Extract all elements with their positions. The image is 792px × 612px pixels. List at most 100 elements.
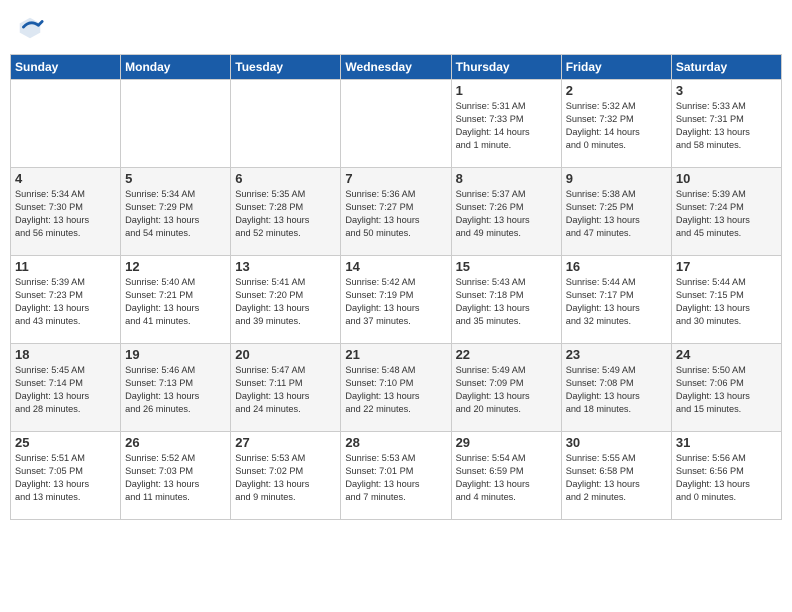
day-info: Sunrise: 5:37 AM Sunset: 7:26 PM Dayligh… [456,188,557,240]
weekday-header-tuesday: Tuesday [231,55,341,80]
day-info: Sunrise: 5:48 AM Sunset: 7:10 PM Dayligh… [345,364,446,416]
calendar-cell: 8Sunrise: 5:37 AM Sunset: 7:26 PM Daylig… [451,168,561,256]
calendar-cell: 20 Sunrise: 5:47 AM Sunset: 7:11 PM Dayli… [231,344,341,432]
day-info: Sunrise: 5:44 AM Sunset: 7:17 PM Dayligh… [566,276,667,328]
calendar-cell: 27 Sunrise: 5:53 AM Sunset: 7:02 PM Dayli… [231,432,341,520]
weekday-header-saturday: Saturday [671,55,781,80]
day-info: Sunrise: 5:32 AM Sunset: 7:32 PM Dayligh… [566,100,667,152]
day-info: Sunrise: 5:52 AM Sunset: 7:03 PM Dayligh… [125,452,226,504]
calendar-cell: 2 Sunrise: 5:32 AM Sunset: 7:32 PM Daylig… [561,80,671,168]
day-number: 3 [676,83,777,98]
calendar-cell: 13Sunrise: 5:41 AM Sunset: 7:20 PM Dayli… [231,256,341,344]
week-row-2: 4 Sunrise: 5:34 AM Sunset: 7:30 PM Daylig… [11,168,782,256]
day-info: Sunrise: 5:44 AM Sunset: 7:15 PM Dayligh… [676,276,777,328]
day-number: 29 [456,435,557,450]
calendar-cell: 17Sunrise: 5:44 AM Sunset: 7:15 PM Dayli… [671,256,781,344]
day-info: Sunrise: 5:34 AM Sunset: 7:30 PM Dayligh… [15,188,116,240]
day-info: Sunrise: 5:49 AM Sunset: 7:09 PM Dayligh… [456,364,557,416]
day-info: Sunrise: 5:55 AM Sunset: 6:58 PM Dayligh… [566,452,667,504]
day-number: 2 [566,83,667,98]
calendar-cell: 9 Sunrise: 5:38 AM Sunset: 7:25 PM Daylig… [561,168,671,256]
calendar-cell: 23 Sunrise: 5:49 AM Sunset: 7:08 PM Dayli… [561,344,671,432]
day-info: Sunrise: 5:34 AM Sunset: 7:29 PM Dayligh… [125,188,226,240]
day-info: Sunrise: 5:38 AM Sunset: 7:25 PM Dayligh… [566,188,667,240]
day-number: 11 [15,259,116,274]
day-info: Sunrise: 5:42 AM Sunset: 7:19 PM Dayligh… [345,276,446,328]
day-number: 14 [345,259,446,274]
calendar-cell: 5 Sunrise: 5:34 AM Sunset: 7:29 PM Daylig… [121,168,231,256]
day-number: 30 [566,435,667,450]
calendar-cell: 29 Sunrise: 5:54 AM Sunset: 6:59 PM Dayli… [451,432,561,520]
calendar-cell: 3 Sunrise: 5:33 AM Sunset: 7:31 PM Daylig… [671,80,781,168]
day-number: 23 [566,347,667,362]
day-info: Sunrise: 5:31 AM Sunset: 7:33 PM Dayligh… [456,100,557,152]
day-number: 27 [235,435,336,450]
day-number: 25 [15,435,116,450]
calendar-cell [341,80,451,168]
calendar-cell: 16 Sunrise: 5:44 AM Sunset: 7:17 PM Dayli… [561,256,671,344]
calendar-cell: 31 Sunrise: 5:56 AM Sunset: 6:56 PM Dayli… [671,432,781,520]
day-info: Sunrise: 5:53 AM Sunset: 7:01 PM Dayligh… [345,452,446,504]
day-info: Sunrise: 5:51 AM Sunset: 7:05 PM Dayligh… [15,452,116,504]
week-row-1: 1 Sunrise: 5:31 AM Sunset: 7:33 PM Daylig… [11,80,782,168]
day-number: 9 [566,171,667,186]
calendar-cell: 28Sunrise: 5:53 AM Sunset: 7:01 PM Dayli… [341,432,451,520]
calendar-cell: 19 Sunrise: 5:46 AM Sunset: 7:13 PM Dayli… [121,344,231,432]
calendar-table: SundayMondayTuesdayWednesdayThursdayFrid… [10,54,782,520]
week-row-4: 18Sunrise: 5:45 AM Sunset: 7:14 PM Dayli… [11,344,782,432]
day-number: 4 [15,171,116,186]
day-info: Sunrise: 5:35 AM Sunset: 7:28 PM Dayligh… [235,188,336,240]
calendar-cell: 30 Sunrise: 5:55 AM Sunset: 6:58 PM Dayli… [561,432,671,520]
day-info: Sunrise: 5:43 AM Sunset: 7:18 PM Dayligh… [456,276,557,328]
weekday-header-row: SundayMondayTuesdayWednesdayThursdayFrid… [11,55,782,80]
day-number: 1 [456,83,557,98]
day-number: 31 [676,435,777,450]
day-number: 16 [566,259,667,274]
calendar-cell: 12Sunrise: 5:40 AM Sunset: 7:21 PM Dayli… [121,256,231,344]
day-number: 12 [125,259,226,274]
calendar-cell: 18Sunrise: 5:45 AM Sunset: 7:14 PM Dayli… [11,344,121,432]
weekday-header-sunday: Sunday [11,55,121,80]
page-header [10,10,782,46]
day-number: 21 [345,347,446,362]
day-number: 19 [125,347,226,362]
calendar-cell [121,80,231,168]
calendar-cell: 25 Sunrise: 5:51 AM Sunset: 7:05 PM Dayli… [11,432,121,520]
calendar-cell: 24Sunrise: 5:50 AM Sunset: 7:06 PM Dayli… [671,344,781,432]
day-number: 10 [676,171,777,186]
logo-icon [16,14,44,42]
day-number: 26 [125,435,226,450]
day-info: Sunrise: 5:41 AM Sunset: 7:20 PM Dayligh… [235,276,336,328]
weekday-header-wednesday: Wednesday [341,55,451,80]
calendar-cell: 6 Sunrise: 5:35 AM Sunset: 7:28 PM Daylig… [231,168,341,256]
calendar-cell: 15Sunrise: 5:43 AM Sunset: 7:18 PM Dayli… [451,256,561,344]
calendar-cell: 4 Sunrise: 5:34 AM Sunset: 7:30 PM Daylig… [11,168,121,256]
day-info: Sunrise: 5:39 AM Sunset: 7:24 PM Dayligh… [676,188,777,240]
day-info: Sunrise: 5:39 AM Sunset: 7:23 PM Dayligh… [15,276,116,328]
calendar-cell: 14 Sunrise: 5:42 AM Sunset: 7:19 PM Dayli… [341,256,451,344]
day-info: Sunrise: 5:46 AM Sunset: 7:13 PM Dayligh… [125,364,226,416]
calendar-cell: 7Sunrise: 5:36 AM Sunset: 7:27 PM Daylig… [341,168,451,256]
calendar-cell: 10 Sunrise: 5:39 AM Sunset: 7:24 PM Dayli… [671,168,781,256]
week-row-5: 25 Sunrise: 5:51 AM Sunset: 7:05 PM Dayli… [11,432,782,520]
calendar-cell [11,80,121,168]
day-number: 6 [235,171,336,186]
day-info: Sunrise: 5:56 AM Sunset: 6:56 PM Dayligh… [676,452,777,504]
day-info: Sunrise: 5:53 AM Sunset: 7:02 PM Dayligh… [235,452,336,504]
calendar-cell [231,80,341,168]
week-row-3: 11 Sunrise: 5:39 AM Sunset: 7:23 PM Dayli… [11,256,782,344]
calendar-cell: 22 Sunrise: 5:49 AM Sunset: 7:09 PM Dayli… [451,344,561,432]
weekday-header-thursday: Thursday [451,55,561,80]
day-info: Sunrise: 5:33 AM Sunset: 7:31 PM Dayligh… [676,100,777,152]
day-info: Sunrise: 5:45 AM Sunset: 7:14 PM Dayligh… [15,364,116,416]
day-info: Sunrise: 5:36 AM Sunset: 7:27 PM Dayligh… [345,188,446,240]
day-info: Sunrise: 5:49 AM Sunset: 7:08 PM Dayligh… [566,364,667,416]
day-info: Sunrise: 5:54 AM Sunset: 6:59 PM Dayligh… [456,452,557,504]
day-info: Sunrise: 5:47 AM Sunset: 7:11 PM Dayligh… [235,364,336,416]
calendar-cell: 26 Sunrise: 5:52 AM Sunset: 7:03 PM Dayli… [121,432,231,520]
day-number: 5 [125,171,226,186]
day-number: 20 [235,347,336,362]
calendar-cell: 1 Sunrise: 5:31 AM Sunset: 7:33 PM Daylig… [451,80,561,168]
day-number: 22 [456,347,557,362]
logo [16,14,48,42]
